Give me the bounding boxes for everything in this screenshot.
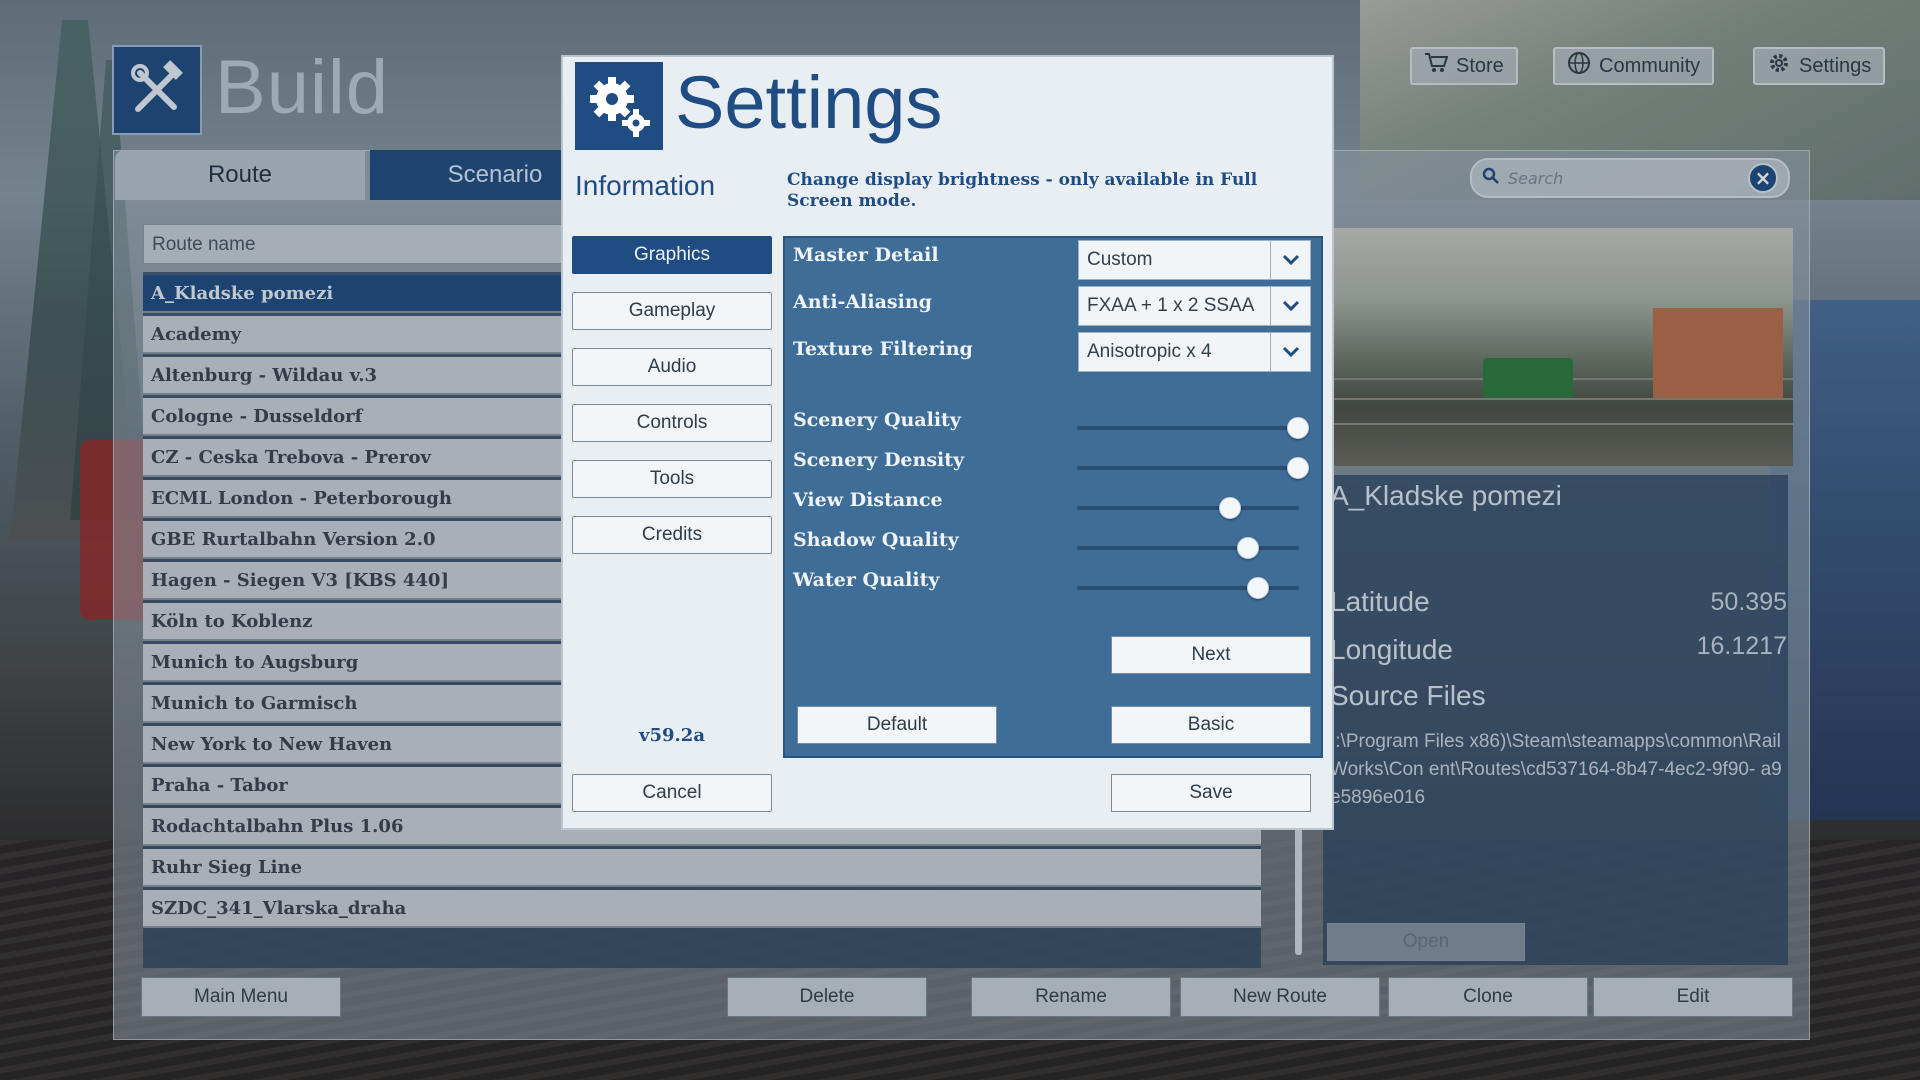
master-detail-label: Master Detail [793,244,939,266]
slider-label: Scenery Quality [793,409,961,431]
slider-label: Water Quality [793,569,940,591]
tab-graphics[interactable]: Graphics [572,236,772,274]
slider-thumb[interactable] [1287,417,1309,439]
slider-thumb[interactable] [1247,577,1269,599]
anti-aliasing-label: Anti-Aliasing [793,291,932,313]
section-heading: Information [575,170,716,201]
texture-filtering-label: Texture Filtering [793,338,973,360]
default-button[interactable]: Default [797,706,997,744]
tab-gameplay[interactable]: Gameplay [572,292,772,330]
chevron-down-icon[interactable] [1270,287,1310,325]
master-detail-dropdown[interactable]: Custom [1078,240,1311,280]
cancel-button[interactable]: Cancel [572,774,772,812]
dialog-title: Settings [675,61,943,144]
tab-tools[interactable]: Tools [572,460,772,498]
texture-filtering-value: Anisotropic x 4 [1087,341,1212,362]
slider-thumb[interactable] [1287,457,1309,479]
slider-track[interactable] [1077,426,1299,430]
version-label: v59.2a [639,725,705,746]
slider-track[interactable] [1077,506,1299,510]
slider-track[interactable] [1077,546,1299,550]
slider-track[interactable] [1077,466,1299,470]
tab-controls[interactable]: Controls [572,404,772,442]
basic-button[interactable]: Basic [1111,706,1311,744]
chevron-down-icon[interactable] [1270,333,1310,371]
slider-label: Shadow Quality [793,529,959,551]
slider-thumb[interactable] [1219,497,1241,519]
chevron-down-icon[interactable] [1270,241,1310,279]
next-button[interactable]: Next [1111,636,1311,674]
slider-thumb[interactable] [1237,537,1259,559]
slider-label: Scenery Density [793,449,965,471]
information-description: Change display brightness - only availab… [787,170,1258,211]
master-detail-value: Custom [1087,249,1153,270]
anti-aliasing-dropdown[interactable]: FXAA + 1 x 2 SSAA [1078,286,1311,326]
tab-audio[interactable]: Audio [572,348,772,386]
slider-label: View Distance [793,489,943,511]
save-button[interactable]: Save [1111,774,1311,812]
texture-filtering-dropdown[interactable]: Anisotropic x 4 [1078,332,1311,372]
anti-aliasing-value: FXAA + 1 x 2 SSAA [1087,295,1255,316]
settings-gears-icon [573,60,665,152]
tab-credits[interactable]: Credits [572,516,772,554]
